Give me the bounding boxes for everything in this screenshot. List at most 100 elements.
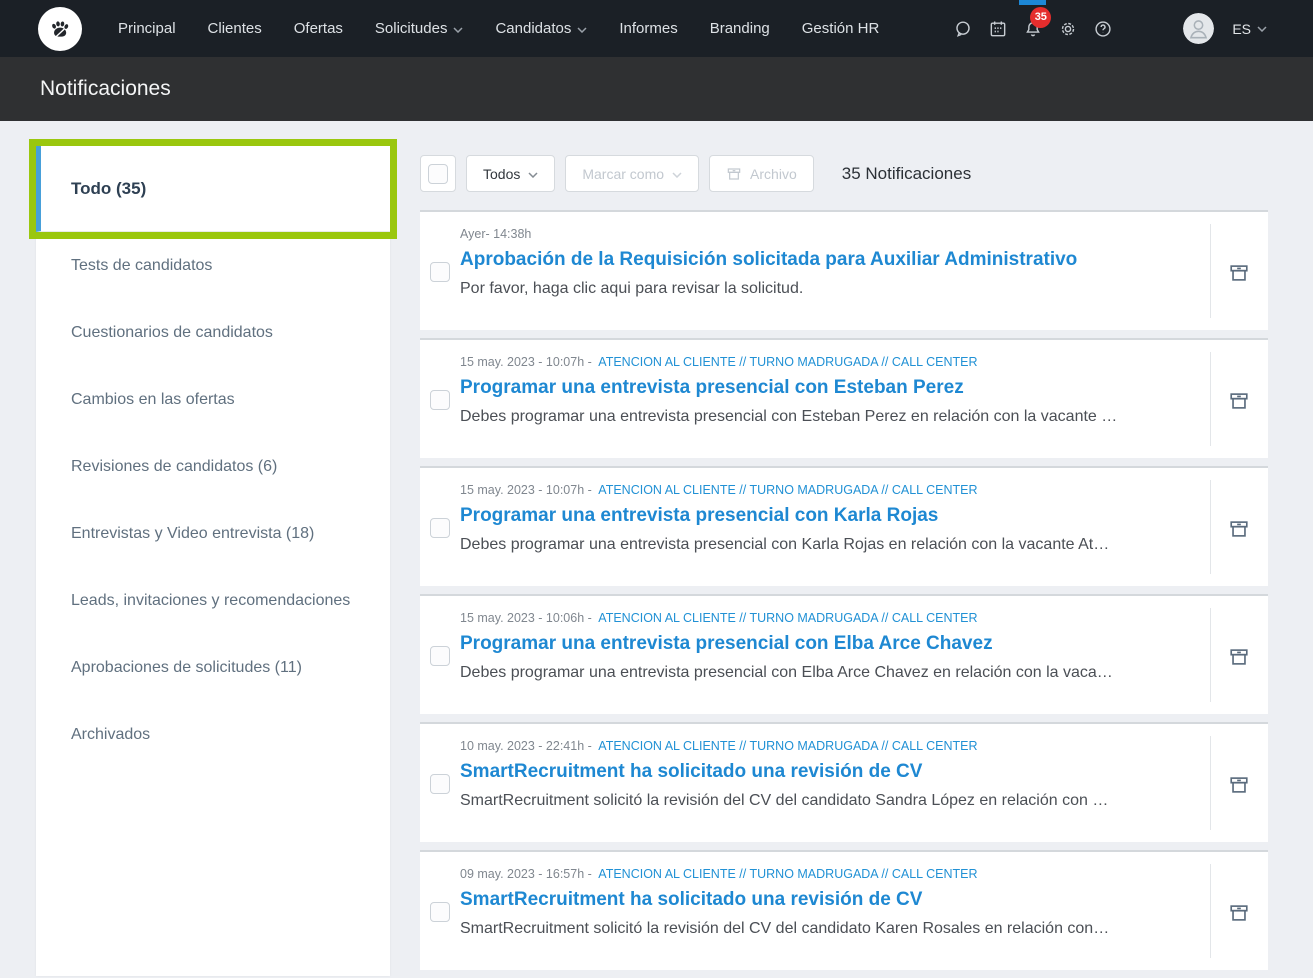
sidebar-filter-revisiones-de-candidatos[interactable]: Revisiones de candidatos (6) [36,433,390,500]
notification-card: 09 may. 2023 - 16:57h - ATENCION AL CLIE… [420,850,1268,970]
notification-context-link[interactable]: ATENCION AL CLIENTE // TURNO MADRUGADA /… [598,483,977,497]
archive-button[interactable]: Archivo [709,155,814,192]
nav-item-candidatos[interactable]: Candidatos [495,20,587,37]
chevron-down-icon [528,172,538,178]
chevron-down-icon [672,172,682,178]
divider [1210,736,1211,830]
chevron-down-icon [577,27,587,33]
sidebar-filter-entrevistas-y-video-entrevista[interactable]: Entrevistas y Video entrevista (18) [36,500,390,567]
notification-card: 10 may. 2023 - 22:41h - ATENCION AL CLIE… [420,722,1268,842]
nav-item-clientes[interactable]: Clientes [208,20,262,37]
top-navbar: Principal Clientes Ofertas Solicitudes C… [0,0,1313,57]
notification-checkbox[interactable] [430,646,450,666]
help-icon[interactable] [1093,19,1113,39]
archive-notification-button[interactable] [1226,388,1252,414]
active-tab-indicator [1019,0,1046,5]
nav-item-ofertas[interactable]: Ofertas [294,20,343,37]
archive-icon [1228,646,1250,668]
archive-button-label: Archivo [750,166,797,182]
notification-body: SmartRecruitment solicitó la revisión de… [460,920,1150,938]
archive-notification-button[interactable] [1226,644,1252,670]
archive-notification-button[interactable] [1226,260,1252,286]
archive-notification-button[interactable] [1226,772,1252,798]
notification-count-badge: 35 [1030,7,1051,28]
notification-filters-sidebar: Todo (35) Tests de candidatos Cuestionar… [36,146,390,976]
notification-meta: 09 may. 2023 - 16:57h - ATENCION AL CLIE… [460,867,1150,881]
mark-as-dropdown[interactable]: Marcar como [565,155,699,192]
notification-timestamp: 15 may. 2023 - 10:07h - [460,483,592,497]
notification-meta: Ayer- 14:38h [460,227,1150,241]
chat-icon[interactable] [953,19,973,39]
notification-context-link[interactable]: ATENCION AL CLIENTE // TURNO MADRUGADA /… [598,867,977,881]
mark-as-label: Marcar como [582,166,664,182]
notification-card: Ayer- 14:38h Aprobación de la Requisició… [420,210,1268,330]
notification-context-link[interactable]: ATENCION AL CLIENTE // TURNO MADRUGADA /… [598,739,977,753]
notification-title-link[interactable]: Programar una entrevista presencial con … [460,633,1150,655]
notifications-toolbar: Todos Marcar como Archivo 35 Notificacio… [420,155,1268,192]
user-avatar[interactable] [1183,13,1214,44]
archive-icon [1228,390,1250,412]
sidebar-filter-leads-invitaciones-y-recomendaciones[interactable]: Leads, invitaciones y recomendaciones [36,567,390,634]
notification-body: Debes programar una entrevista presencia… [460,408,1150,426]
notification-title-link[interactable]: Aprobación de la Requisición solicitada … [460,249,1150,271]
sidebar-filter-tests-de-candidatos[interactable]: Tests de candidatos [36,232,390,299]
filter-dropdown-label: Todos [483,166,520,182]
archive-icon [1228,262,1250,284]
notification-title-link[interactable]: Programar una entrevista presencial con … [460,377,1150,399]
page-header: Notificaciones [0,57,1313,121]
notification-checkbox[interactable] [430,902,450,922]
nav-item-gesti-n-hr[interactable]: Gestión HR [802,20,880,37]
notification-card: 15 may. 2023 - 10:06h - ATENCION AL CLIE… [420,594,1268,714]
filter-dropdown[interactable]: Todos [466,155,555,192]
notification-card: 15 may. 2023 - 10:07h - ATENCION AL CLIE… [420,466,1268,586]
divider [1210,352,1211,446]
notification-body: Debes programar una entrevista presencia… [460,536,1150,554]
sidebar-filter-aprobaciones-de-solicitudes[interactable]: Aprobaciones de solicitudes (11) [36,634,390,701]
notification-checkbox[interactable] [430,518,450,538]
archive-icon [726,166,742,182]
notification-checkbox[interactable] [430,774,450,794]
archive-notification-button[interactable] [1226,516,1252,542]
nav-item-principal[interactable]: Principal [118,20,176,37]
notification-meta: 15 may. 2023 - 10:07h - ATENCION AL CLIE… [460,355,1150,369]
notification-timestamp: 15 may. 2023 - 10:06h - [460,611,592,625]
app-logo[interactable] [38,7,82,51]
notification-timestamp: 09 may. 2023 - 16:57h - [460,867,592,881]
sidebar-filter-cambios-en-las-ofertas[interactable]: Cambios en las ofertas [36,366,390,433]
archive-icon [1228,902,1250,924]
notification-title-link[interactable]: SmartRecruitment ha solicitado una revis… [460,761,1150,783]
sidebar-filter-todo[interactable]: Todo (35) [36,146,390,232]
select-all-checkbox[interactable] [428,164,448,184]
notification-title-link[interactable]: Programar una entrevista presencial con … [460,505,1150,527]
divider [1210,864,1211,958]
chevron-down-icon [453,27,463,33]
divider [1210,608,1211,702]
language-selector[interactable]: ES [1232,21,1267,37]
notification-meta: 10 may. 2023 - 22:41h - ATENCION AL CLIE… [460,739,1150,753]
archive-icon [1228,518,1250,540]
notification-checkbox[interactable] [430,262,450,282]
archive-notification-button[interactable] [1226,900,1252,926]
notification-body: SmartRecruitment solicitó la revisión de… [460,792,1150,810]
sidebar-filter-cuestionarios-de-candidatos[interactable]: Cuestionarios de candidatos [36,299,390,366]
notification-title-link[interactable]: SmartRecruitment ha solicitado una revis… [460,889,1150,911]
nav-item-branding[interactable]: Branding [710,20,770,37]
sidebar-filter-archivados[interactable]: Archivados [36,701,390,768]
notification-context-link[interactable]: ATENCION AL CLIENTE // TURNO MADRUGADA /… [598,355,977,369]
notification-context-link[interactable]: ATENCION AL CLIENTE // TURNO MADRUGADA /… [598,611,977,625]
notification-timestamp: 15 may. 2023 - 10:07h - [460,355,592,369]
person-icon [1183,13,1214,44]
notification-card: 15 may. 2023 - 10:07h - ATENCION AL CLIE… [420,338,1268,458]
calendar-icon[interactable] [988,19,1008,39]
select-all-button[interactable] [420,155,456,192]
main-navigation: Principal Clientes Ofertas Solicitudes C… [118,20,879,37]
notifications-bell-icon[interactable]: 35 [1023,19,1043,39]
nav-item-informes[interactable]: Informes [619,20,677,37]
nav-item-solicitudes[interactable]: Solicitudes [375,20,464,37]
notification-checkbox[interactable] [430,390,450,410]
gear-icon[interactable] [1058,19,1078,39]
page-title: Notificaciones [40,77,171,101]
notification-meta: 15 may. 2023 - 10:07h - ATENCION AL CLIE… [460,483,1150,497]
notification-timestamp: 10 may. 2023 - 22:41h - [460,739,592,753]
notification-body: Por favor, haga clic aqui para revisar l… [460,280,1150,298]
